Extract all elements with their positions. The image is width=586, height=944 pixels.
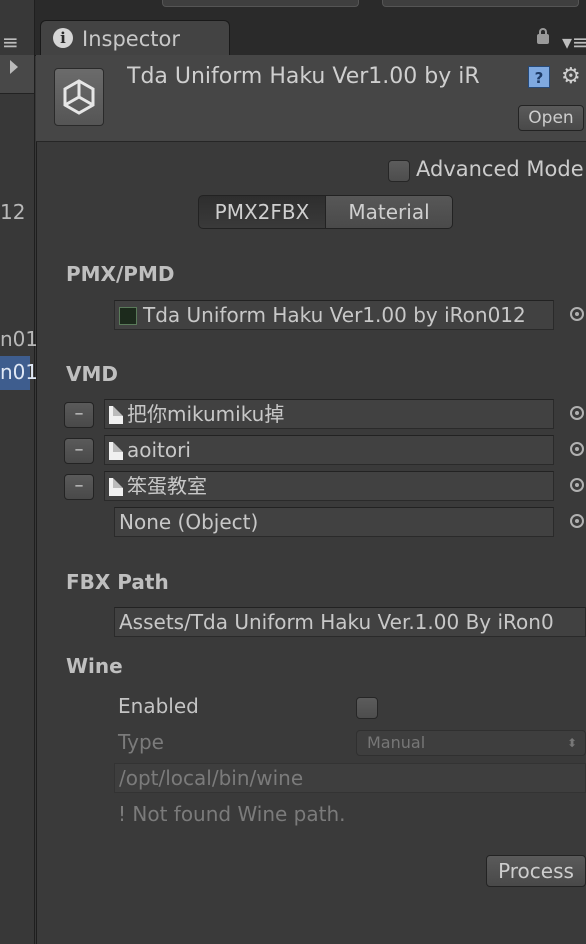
object-title: Tda Uniform Haku Ver1.00 by iR [127, 64, 480, 89]
document-icon [109, 478, 123, 496]
wine-enabled-checkbox[interactable] [356, 697, 378, 719]
advanced-mode-checkbox[interactable] [388, 160, 410, 182]
document-icon [109, 442, 123, 460]
gear-icon[interactable]: ⚙ [561, 64, 581, 89]
info-icon: i [53, 28, 73, 48]
remove-vmd-button[interactable]: – [64, 438, 94, 464]
object-picker-icon[interactable] [570, 442, 584, 456]
lock-shackle [539, 28, 547, 36]
vmd-empty-field[interactable]: None (Object) [114, 507, 554, 537]
model-icon [119, 307, 137, 325]
remove-vmd-button[interactable]: – [64, 402, 94, 428]
vmd-section-label: VMD [66, 362, 118, 386]
dropdown-arrows-icon: ⬍ [566, 736, 577, 750]
vmd-object-field[interactable]: aoitori [104, 435, 554, 465]
left-menu-icon[interactable]: ≡ [2, 30, 19, 54]
wine-type-value: Manual [367, 733, 426, 752]
tab-material[interactable]: Material [325, 195, 453, 229]
vmd-item: aoitori [127, 438, 191, 462]
object-picker-icon[interactable] [570, 406, 584, 420]
fbx-path-field[interactable]: Assets/Tda Uniform Haku Ver.1.00 By iRon… [114, 607, 586, 637]
fbx-section-label: FBX Path [66, 570, 169, 594]
object-picker-icon[interactable] [570, 478, 584, 492]
wine-enabled-label: Enabled [118, 694, 199, 718]
pmx-value: Tda Uniform Haku Ver1.00 by iRon012 [143, 303, 526, 327]
tab-pmx2fbx[interactable]: PMX2FBX [198, 195, 326, 229]
vmd-object-field[interactable]: 笨蛋教室 [104, 471, 554, 501]
left-list-text[interactable]: n01 [0, 327, 38, 351]
toolbar-button[interactable] [162, 0, 359, 7]
object-picker-icon[interactable] [570, 514, 584, 528]
toolbar-button[interactable] [382, 0, 579, 7]
wine-type-dropdown[interactable]: Manual ⬍ [356, 730, 586, 756]
pmx-section-label: PMX/PMD [66, 262, 175, 286]
wine-path-field[interactable]: /opt/local/bin/wine [114, 763, 586, 793]
help-icon[interactable]: ? [528, 66, 550, 88]
vmd-object-field[interactable]: 把你mikumiku掉 [104, 399, 554, 429]
object-picker-icon[interactable] [570, 307, 584, 321]
pmx-object-field[interactable]: Tda Uniform Haku Ver1.00 by iRon012 [114, 300, 554, 330]
open-button[interactable]: Open [518, 105, 584, 131]
document-icon [109, 406, 123, 424]
unity-logo-icon [54, 68, 104, 126]
left-list-text[interactable]: n01 [0, 360, 38, 384]
vmd-item: 笨蛋教室 [127, 474, 207, 498]
tab-menu-icon[interactable]: ▾≡ [562, 30, 586, 54]
expand-arrow-icon[interactable] [10, 60, 18, 74]
wine-section-label: Wine [66, 654, 123, 678]
remove-vmd-button[interactable]: – [64, 474, 94, 500]
process-button[interactable]: Process [486, 855, 586, 887]
left-list-text[interactable]: 12 [0, 200, 25, 224]
advanced-mode-label: Advanced Mode [416, 157, 584, 181]
wine-warning-text: ! Not found Wine path. [118, 802, 346, 826]
wine-type-label: Type [118, 730, 164, 754]
vmd-item: 把你mikumiku掉 [127, 402, 285, 426]
tab-inspector-label: Inspector [82, 27, 180, 51]
left-panel [0, 0, 35, 944]
